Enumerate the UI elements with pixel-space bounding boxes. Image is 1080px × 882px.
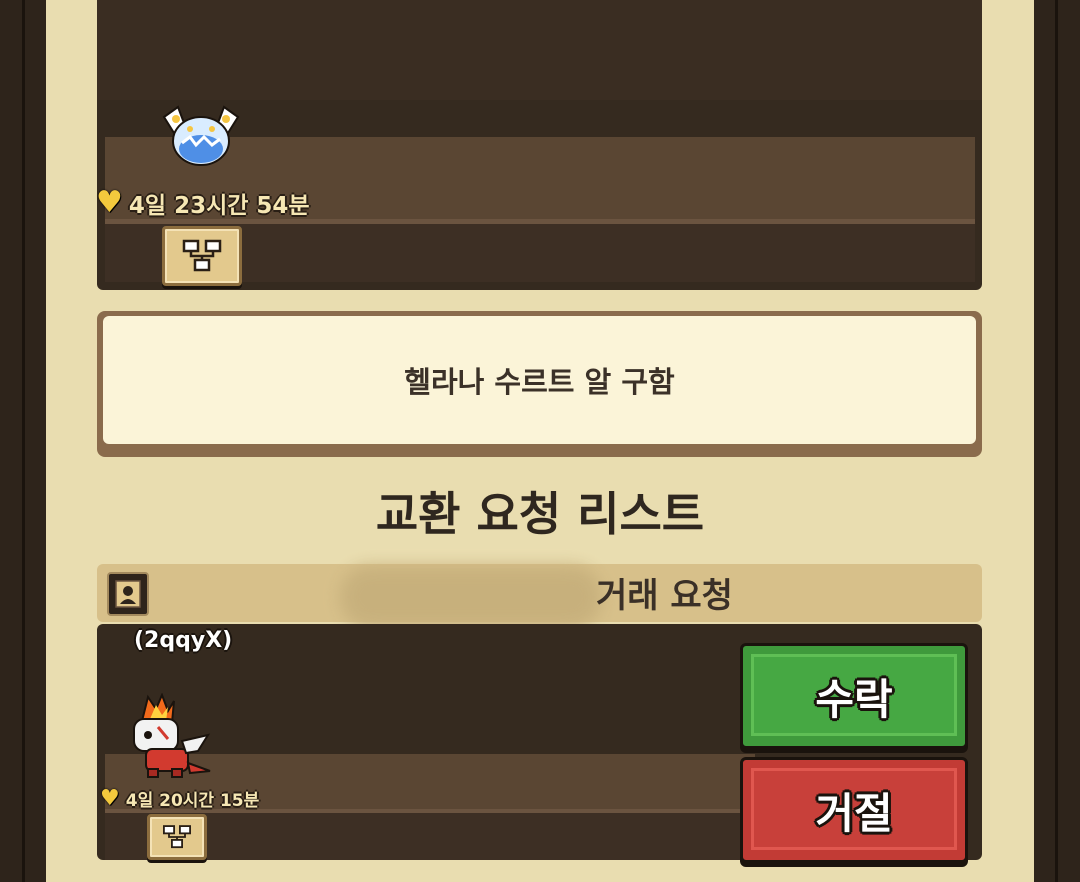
fire-dragon-icon (133, 693, 211, 778)
window-frame-right (1032, 0, 1080, 882)
family-tree-icon (163, 825, 191, 849)
listing-description-box: 헬라나 수르트 알 구함 (97, 311, 982, 457)
winged-egg-icon (162, 105, 240, 166)
listing-timer: ♥ 4일 23시간 54분 (96, 185, 310, 220)
listing-description: 헬라나 수르트 알 구함 (404, 365, 675, 399)
heart-icon: ♥ (96, 185, 123, 220)
accept-button-label: 수락 (815, 674, 893, 724)
pet-family-tree-button[interactable] (147, 814, 207, 860)
profile-avatar-glyph (115, 580, 141, 608)
heart-icon: ♥ (100, 786, 120, 811)
request-title: 거래 요청 (596, 576, 733, 616)
player-code: (2qqyX) (134, 628, 233, 653)
request-timer-text: 4일 20시간 15분 (125, 791, 260, 811)
profile-icon[interactable] (107, 572, 149, 616)
accept-button[interactable]: 수락 (740, 643, 968, 749)
reject-button[interactable]: 거절 (740, 757, 968, 863)
section-title: 교환 요청 리스트 (375, 487, 705, 541)
reject-button-label: 거절 (815, 788, 893, 838)
request-timer: ♥ 4일 20시간 15분 (100, 786, 259, 811)
family-tree-button[interactable] (162, 226, 242, 286)
listing-timer-text: 4일 23시간 54분 (128, 192, 310, 219)
window-frame-left (0, 0, 48, 882)
family-tree-icon (182, 239, 222, 272)
requester-name-redacted (340, 566, 602, 628)
